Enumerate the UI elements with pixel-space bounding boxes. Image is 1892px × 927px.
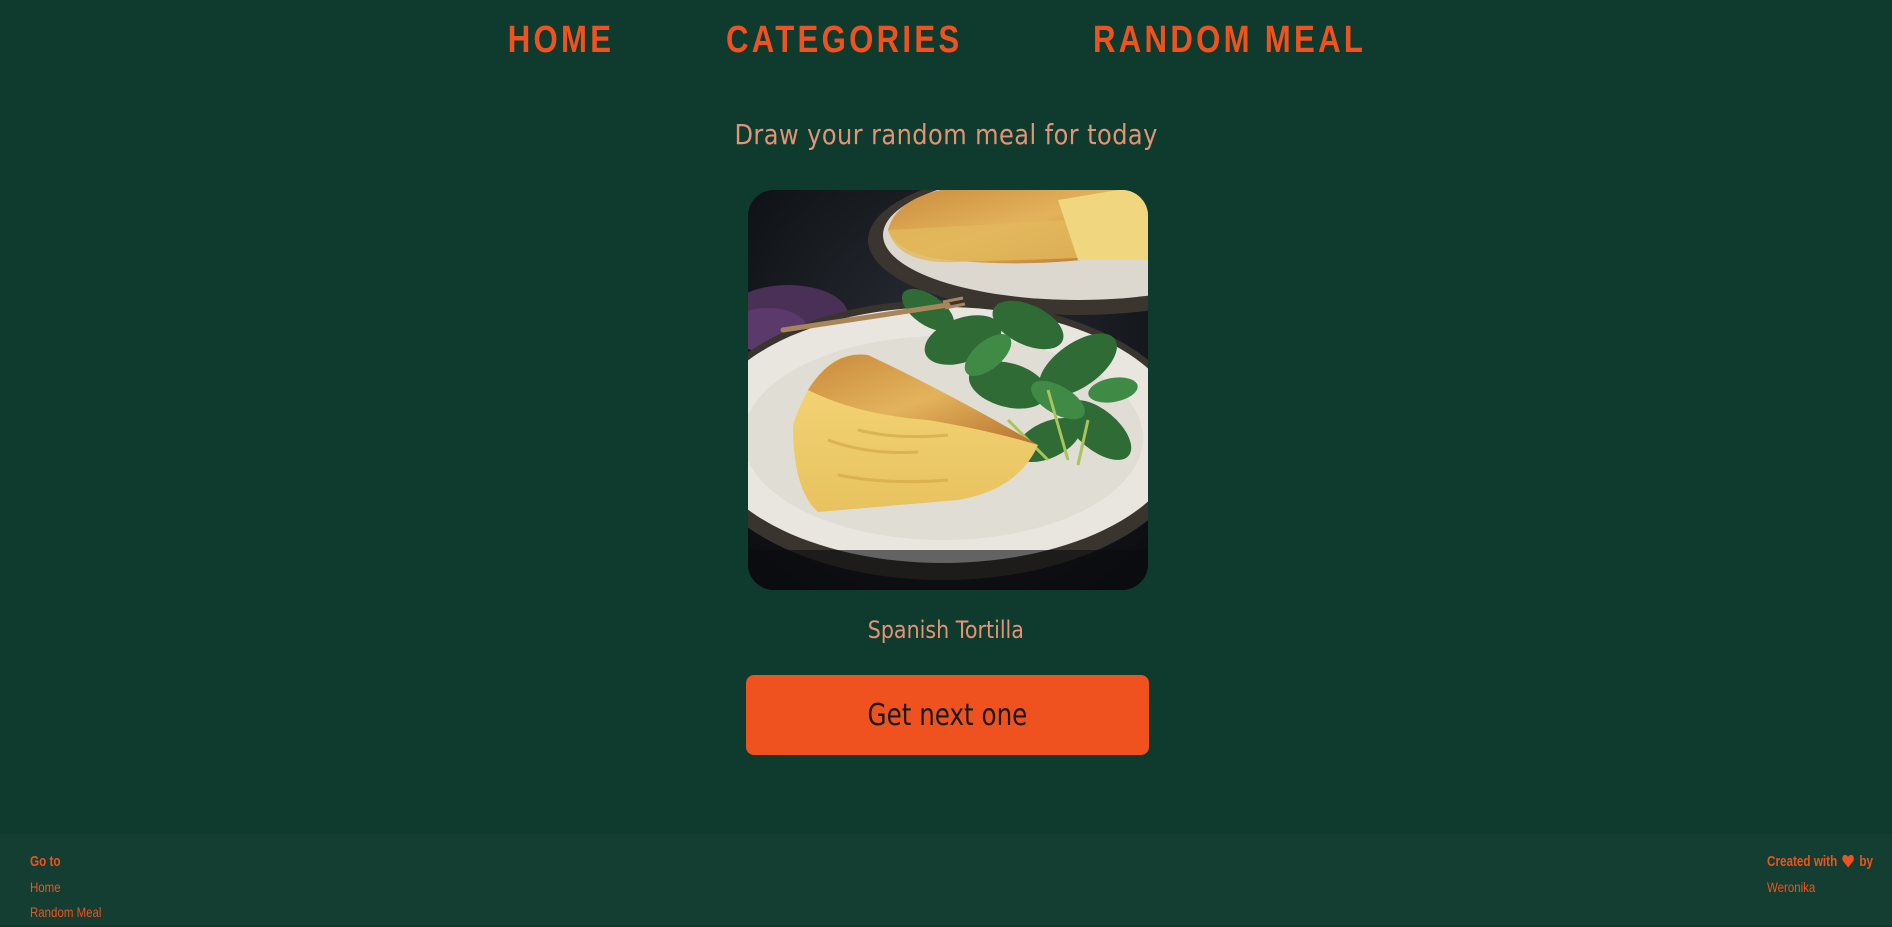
footer-nav: Go to Home Random Meal — [30, 852, 117, 927]
footer-author-link[interactable]: Weronika — [1767, 877, 1878, 902]
nav-link-categories[interactable]: CATEGORIES — [726, 19, 963, 62]
footer-link-home[interactable]: Home — [30, 877, 101, 902]
nav-link-random-meal[interactable]: RANDOM MEAL — [1093, 19, 1366, 62]
get-next-meal-button-label: Get next one — [867, 697, 1028, 733]
main-nav: HOME CATEGORIES RANDOM MEAL — [0, 0, 1892, 80]
footer-link-random-meal[interactable]: Random Meal — [30, 902, 101, 927]
footer-credit: Created with by Weronika — [1767, 852, 1892, 902]
credit-suffix: by — [1859, 853, 1873, 870]
meal-image — [748, 190, 1148, 590]
heart-icon — [1842, 854, 1855, 868]
page-subtitle: Draw your random meal for today — [0, 118, 1892, 151]
meal-name-text: Spanish Tortilla — [867, 616, 1025, 644]
footer-goto-heading: Go to — [30, 853, 61, 870]
footer: Go to Home Random Meal Created with by W… — [0, 834, 1892, 925]
meal-photo-illustration — [748, 190, 1148, 590]
nav-link-home[interactable]: HOME — [508, 19, 615, 62]
get-next-meal-button[interactable]: Get next one — [746, 675, 1149, 755]
page-subtitle-text: Draw your random meal for today — [734, 118, 1158, 151]
footer-credit-line: Created with by — [1767, 852, 1873, 877]
credit-prefix: Created with — [1767, 853, 1838, 870]
meal-name: Spanish Tortilla — [0, 616, 1892, 644]
